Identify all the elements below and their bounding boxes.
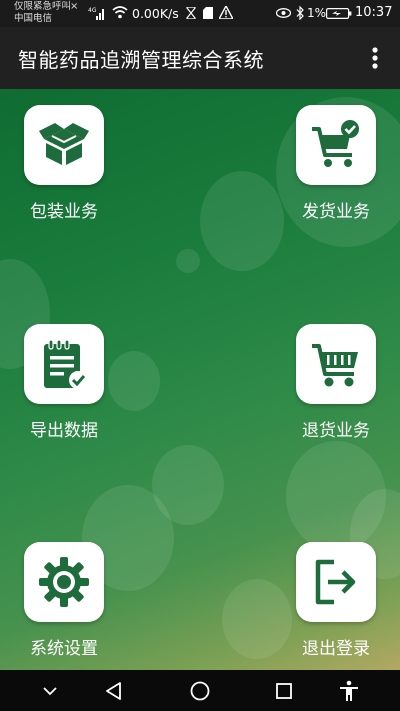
cart-check-icon: [312, 120, 359, 167]
clipboard-export-icon: [44, 339, 87, 389]
home-circle-icon[interactable]: [189, 680, 211, 702]
warning-icon: [219, 6, 233, 19]
navigation-bar: [0, 670, 400, 711]
tile-export-data[interactable]: 导出数据: [22, 324, 106, 441]
logout-icon: [315, 559, 356, 605]
background-bokeh: [200, 171, 284, 271]
main-content: 包装业务 发货业务 导出数据 退货业务 系统设置 退出登录: [0, 89, 400, 670]
eye-icon: [276, 8, 291, 18]
tile-label: 退货业务: [302, 421, 370, 441]
sd-card-icon: [203, 7, 213, 19]
tile-icon-box[interactable]: [296, 105, 376, 185]
more-vert-icon[interactable]: [367, 45, 383, 71]
background-bokeh: [176, 249, 200, 273]
app-bar: 智能药品追溯管理综合系统: [0, 27, 400, 89]
svg-text:4G: 4G: [88, 7, 97, 14]
background-bokeh: [222, 579, 292, 659]
tile-label: 退出登录: [302, 639, 370, 659]
tile-label: 发货业务: [302, 202, 370, 222]
accessibility-icon[interactable]: [338, 680, 360, 702]
carrier-line-2: 中国电信: [14, 13, 53, 24]
tile-label: 导出数据: [30, 421, 98, 441]
tile-icon-box[interactable]: [296, 324, 376, 404]
network-speed: 0.00K/s: [132, 6, 179, 21]
tile-icon-box[interactable]: [24, 542, 104, 622]
carrier-line-1: 仅限紧急呼叫: [14, 1, 72, 12]
gear-icon: [39, 557, 89, 607]
carrier-info: 仅限紧急呼叫 中国电信: [14, 1, 71, 25]
back-triangle-icon[interactable]: [103, 680, 125, 702]
status-bar: 仅限紧急呼叫 中国电信 × 4G 0.00K/s 1% 10:37: [0, 0, 400, 27]
battery-icon: [326, 8, 352, 19]
battery-percent: 1%: [307, 6, 327, 20]
background-bokeh: [108, 351, 160, 411]
cart-return-icon: [312, 344, 358, 387]
recents-square-icon[interactable]: [273, 680, 295, 702]
tile-label: 系统设置: [30, 639, 98, 659]
app-title: 智能药品追溯管理综合系统: [18, 48, 264, 72]
close-icon: ×: [70, 1, 79, 12]
tile-shipping[interactable]: 发货业务: [294, 105, 378, 222]
tile-returns[interactable]: 退货业务: [294, 324, 378, 441]
wifi-icon: [112, 6, 128, 19]
tile-label: 包装业务: [30, 202, 98, 222]
chevron-down-icon[interactable]: [39, 680, 61, 702]
tile-settings[interactable]: 系统设置: [22, 542, 106, 659]
bluetooth-icon: [296, 6, 304, 20]
tile-icon-box[interactable]: [24, 105, 104, 185]
package-box-icon: [39, 123, 89, 165]
signal-icon: 4G: [88, 7, 104, 20]
tile-packaging[interactable]: 包装业务: [22, 105, 106, 222]
tile-icon-box[interactable]: [296, 542, 376, 622]
tile-icon-box[interactable]: [24, 324, 104, 404]
clock: 10:37: [355, 5, 393, 20]
hourglass-icon: [186, 7, 196, 19]
tile-logout[interactable]: 退出登录: [294, 542, 378, 659]
